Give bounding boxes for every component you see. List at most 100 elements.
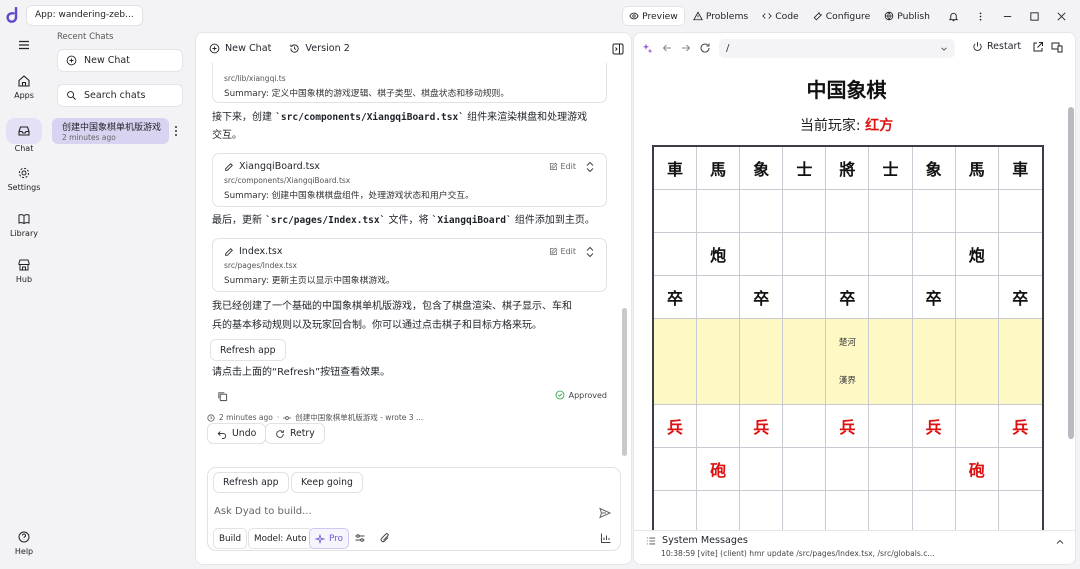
board-cell[interactable] (654, 491, 698, 531)
board-cell[interactable] (783, 233, 827, 276)
board-cell[interactable] (740, 491, 784, 531)
board-cell[interactable] (912, 190, 956, 233)
rail-chat[interactable]: Chat (0, 118, 48, 153)
header-new-chat-button[interactable]: New Chat (209, 43, 271, 54)
code-tab[interactable]: Code (756, 6, 805, 26)
build-mode-button[interactable]: Build (213, 528, 248, 549)
board-cell[interactable] (912, 491, 956, 531)
file-card-xiangqi[interactable]: src/lib/xiangqi.ts Summary: 定义中国象棋的游戏逻辑、… (212, 63, 607, 103)
river-cell[interactable] (955, 319, 999, 405)
maximize-icon[interactable] (1021, 6, 1048, 26)
file-card-index[interactable]: Index.tsx Edit src/pages/Index.tsx Summa… (212, 238, 607, 292)
board-piece[interactable]: 卒 (740, 276, 784, 319)
rail-library[interactable]: Library (0, 212, 48, 238)
device-toggle-icon[interactable] (1051, 41, 1063, 53)
chart-icon[interactable] (600, 532, 612, 544)
river-cell[interactable] (654, 319, 698, 405)
board-cell[interactable] (955, 491, 999, 531)
composer-refresh-button[interactable]: Refresh app (213, 472, 289, 493)
board-cell[interactable] (783, 190, 827, 233)
board-cell[interactable] (740, 448, 784, 491)
board-cell[interactable] (869, 233, 913, 276)
board-cell[interactable] (783, 448, 827, 491)
board-piece[interactable]: 兵 (654, 405, 698, 448)
selector-sparkle-icon[interactable] (642, 42, 654, 54)
board-piece[interactable]: 士 (783, 147, 827, 190)
minimize-icon[interactable] (994, 6, 1021, 26)
system-messages-toggle[interactable]: System Messages (646, 535, 748, 546)
board-cell[interactable] (826, 491, 870, 531)
board-cell[interactable] (955, 276, 999, 319)
preview-viewport[interactable]: 中国象棋 当前玩家: 红方 車馬象士將士象馬車炮炮卒卒卒卒卒楚河 漢界兵兵兵兵兵砲… (634, 63, 1075, 531)
river-cell[interactable] (998, 319, 1042, 405)
board-cell[interactable] (912, 233, 956, 276)
board-cell[interactable] (955, 190, 999, 233)
app-name-tag[interactable]: App: wandering-zeb... (26, 5, 143, 26)
board-cell[interactable] (912, 448, 956, 491)
search-chats-button[interactable]: Search chats (57, 84, 183, 107)
back-arrow-icon[interactable] (661, 42, 673, 54)
external-link-icon[interactable] (1032, 41, 1044, 53)
board-cell[interactable] (998, 491, 1042, 531)
board-cell[interactable] (955, 405, 999, 448)
forward-arrow-icon[interactable] (680, 42, 692, 54)
board-cell[interactable] (654, 448, 698, 491)
river-cell[interactable] (783, 319, 827, 405)
board-cell[interactable] (783, 491, 827, 531)
board-piece[interactable]: 兵 (998, 405, 1042, 448)
send-icon[interactable] (599, 507, 611, 519)
river-cell[interactable] (912, 319, 956, 405)
hamburger-menu[interactable] (0, 38, 48, 55)
sliders-icon[interactable] (354, 532, 366, 544)
expand-chevron-icon[interactable] (585, 161, 595, 173)
rail-hub[interactable]: Hub (0, 258, 48, 284)
paperclip-icon[interactable] (379, 532, 391, 544)
river-cell[interactable] (697, 319, 741, 405)
board-piece[interactable]: 卒 (998, 276, 1042, 319)
rail-settings[interactable]: Settings (0, 166, 48, 192)
board-cell[interactable] (654, 233, 698, 276)
board-piece[interactable]: 象 (912, 147, 956, 190)
configure-tab[interactable]: Configure (807, 6, 877, 26)
chevron-up-icon[interactable] (1055, 537, 1065, 547)
rail-apps[interactable]: Apps (0, 74, 48, 100)
board-piece[interactable]: 士 (869, 147, 913, 190)
publish-tab[interactable]: Publish (878, 6, 936, 26)
board-piece[interactable]: 炮 (955, 233, 999, 276)
river-cell[interactable] (740, 319, 784, 405)
board-piece[interactable]: 象 (740, 147, 784, 190)
board-piece[interactable]: 兵 (826, 405, 870, 448)
board-cell[interactable] (826, 448, 870, 491)
board-piece[interactable]: 砲 (955, 448, 999, 491)
new-chat-button[interactable]: New Chat (57, 49, 183, 72)
board-cell[interactable] (740, 190, 784, 233)
board-cell[interactable] (697, 491, 741, 531)
board-piece[interactable]: 卒 (826, 276, 870, 319)
board-cell[interactable] (869, 448, 913, 491)
board-cell[interactable] (998, 190, 1042, 233)
board-piece[interactable]: 車 (654, 147, 698, 190)
board-cell[interactable] (783, 276, 827, 319)
board-piece[interactable]: 車 (998, 147, 1042, 190)
panel-toggle-icon[interactable] (612, 43, 624, 55)
version-button[interactable]: Version 2 (289, 43, 350, 54)
pro-toggle[interactable]: Pro (309, 528, 349, 549)
board-cell[interactable] (826, 233, 870, 276)
board-cell[interactable] (783, 405, 827, 448)
rail-help[interactable]: Help (0, 530, 48, 556)
expand-chevron-icon[interactable] (585, 246, 595, 258)
keep-going-button[interactable]: Keep going (291, 472, 363, 493)
board-cell[interactable] (869, 491, 913, 531)
bell-icon[interactable] (940, 6, 967, 26)
restart-button[interactable]: Restart (972, 41, 1021, 52)
preview-tab[interactable]: Preview (622, 6, 685, 26)
reload-icon[interactable] (699, 42, 711, 54)
preview-url-bar[interactable]: / (719, 39, 955, 58)
more-menu-icon[interactable] (967, 6, 994, 26)
model-selector[interactable]: Model: Auto (248, 528, 313, 549)
board-piece[interactable]: 卒 (912, 276, 956, 319)
river-cell[interactable] (869, 319, 913, 405)
board-cell[interactable] (826, 190, 870, 233)
close-icon[interactable] (1048, 6, 1075, 26)
board-piece[interactable]: 卒 (654, 276, 698, 319)
